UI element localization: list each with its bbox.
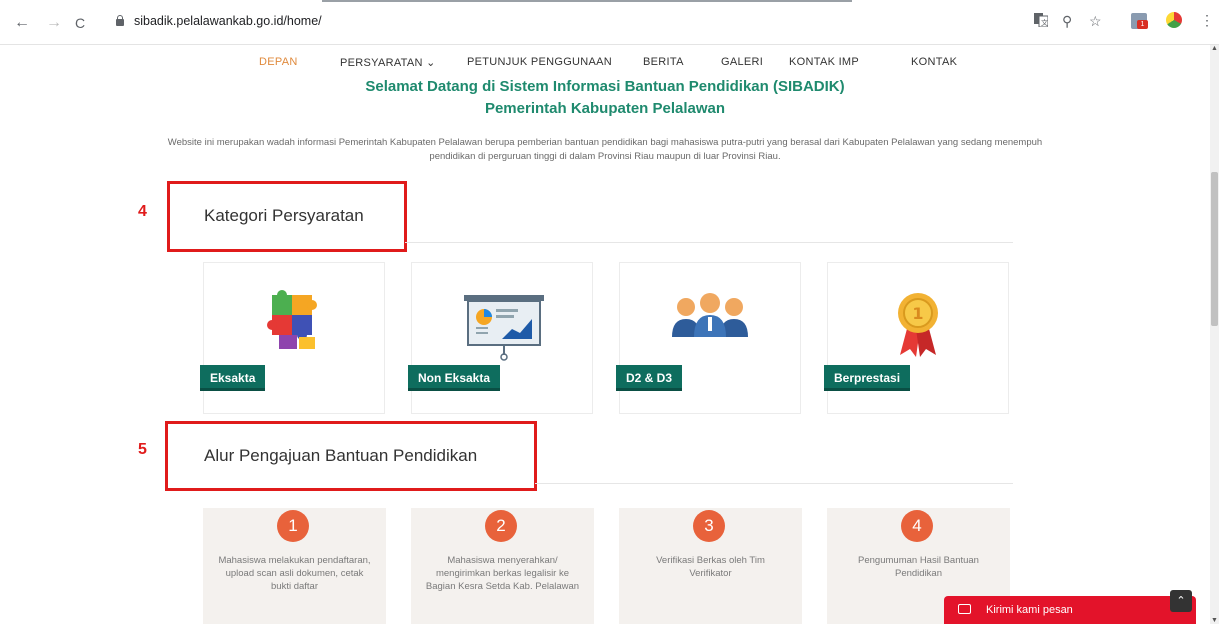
welcome-heading: Selamat Datang di Sistem Informasi Bantu…: [365, 78, 845, 95]
nav-persyaratan[interactable]: PERSYARATAN ⌄: [340, 56, 436, 69]
nav-berita[interactable]: BERITA: [643, 56, 684, 68]
nav-kontak-imp[interactable]: KONTAK IMP: [789, 56, 859, 68]
step-card-1: 1 Mahasiswa melakukan pendaftaran, uploa…: [203, 508, 386, 624]
chat-label: Kirimi kami pesan: [986, 604, 1073, 616]
browser-toolbar: ← → C sibadik.pelalawankab.go.id/home/ 文…: [0, 0, 1219, 45]
category-label[interactable]: Non Eksakta: [408, 365, 501, 391]
category-label[interactable]: Eksakta: [200, 365, 266, 391]
chevron-up-icon: ⌃: [1176, 595, 1186, 607]
step-number: 2: [485, 510, 517, 542]
nav-depan[interactable]: DEPAN: [259, 56, 298, 68]
kategori-title: Kategori Persyaratan: [204, 206, 364, 225]
scrollbar-thumb[interactable]: [1211, 172, 1218, 326]
category-card-eksakta[interactable]: Eksakta: [200, 262, 385, 414]
mail-icon: [958, 604, 971, 614]
step-card-3: 3 Verifikasi Berkas oleh Tim Verifikator: [619, 508, 802, 624]
nav-petunjuk-penggunaan[interactable]: PETUNJUK PENGGUNAAN: [467, 56, 612, 68]
category-card-berprestasi[interactable]: 1 Berprestasi: [824, 262, 1009, 414]
tab-strip: [0, 0, 1219, 6]
scroll-down-icon[interactable]: ▼: [1211, 617, 1218, 624]
bookmark-star-icon[interactable]: ☆: [1089, 13, 1102, 30]
nav-galeri[interactable]: GALERI: [721, 56, 763, 68]
browser-menu-icon[interactable]: ⋮: [1200, 12, 1214, 29]
svg-text:1: 1: [912, 304, 923, 323]
intro-paragraph: Website ini merupakan wadah informasi Pe…: [167, 137, 1043, 162]
divider: [535, 483, 1013, 484]
step-card-2: 2 Mahasiswa menyerahkan/ mengirimkan ber…: [411, 508, 594, 624]
alur-title: Alur Pengajuan Bantuan Pendidikan: [204, 446, 478, 465]
step-text: Mahasiswa melakukan pendaftaran, upload …: [218, 555, 371, 592]
address-bar[interactable]: sibadik.pelalawankab.go.id/home/: [104, 9, 1004, 35]
url-text: sibadik.pelalawankab.go.id/home/: [134, 14, 322, 28]
scroll-up-icon[interactable]: ▲: [1211, 45, 1218, 52]
site-navbar: DEPAN PERSYARATAN ⌄ PETUNJUK PENGGUNAAN …: [0, 45, 1210, 79]
translate-icon[interactable]: 文: [1034, 13, 1049, 30]
annotation-number: 4: [138, 203, 147, 220]
page-scrollbar[interactable]: ▲ ▼: [1210, 45, 1219, 624]
profile-extension-icon[interactable]: [1166, 12, 1182, 28]
back-button[interactable]: ←: [14, 14, 30, 32]
category-label[interactable]: D2 & D3: [616, 365, 683, 391]
extension-icon[interactable]: 1: [1131, 13, 1148, 29]
category-card-non-eksakta[interactable]: Non Eksakta: [408, 262, 593, 414]
step-text: Mahasiswa menyerahkan/ mengirimkan berka…: [425, 555, 580, 592]
presentation-board-icon: [412, 285, 592, 361]
step-number: 1: [277, 510, 309, 542]
category-label[interactable]: Berprestasi: [824, 365, 911, 391]
divider: [405, 242, 1013, 243]
forward-button[interactable]: →: [46, 14, 62, 32]
award-medal-icon: 1: [828, 285, 1008, 357]
lock-icon: [116, 15, 124, 26]
reload-button[interactable]: C: [75, 15, 85, 31]
category-card-d2-d3[interactable]: D2 & D3: [616, 262, 801, 414]
annotation-number: 5: [138, 441, 147, 458]
step-text: Verifikasi Berkas oleh Tim Verifikator: [656, 555, 765, 579]
step-text: Pengumuman Hasil Bantuan Pendidikan: [858, 555, 979, 579]
svg-text:文: 文: [1041, 18, 1048, 27]
step-number: 4: [901, 510, 933, 542]
chat-widget-button[interactable]: Kirimi kami pesan: [944, 596, 1196, 624]
zoom-icon[interactable]: ⚲: [1062, 13, 1072, 30]
back-to-top-button[interactable]: ⌃: [1170, 590, 1192, 612]
puzzle-icon: [204, 285, 384, 355]
welcome-subheading: Pemerintah Kabupaten Pelalawan: [484, 100, 726, 117]
step-number: 3: [693, 510, 725, 542]
nav-kontak[interactable]: KONTAK: [911, 56, 957, 68]
people-group-icon: [620, 285, 800, 355]
